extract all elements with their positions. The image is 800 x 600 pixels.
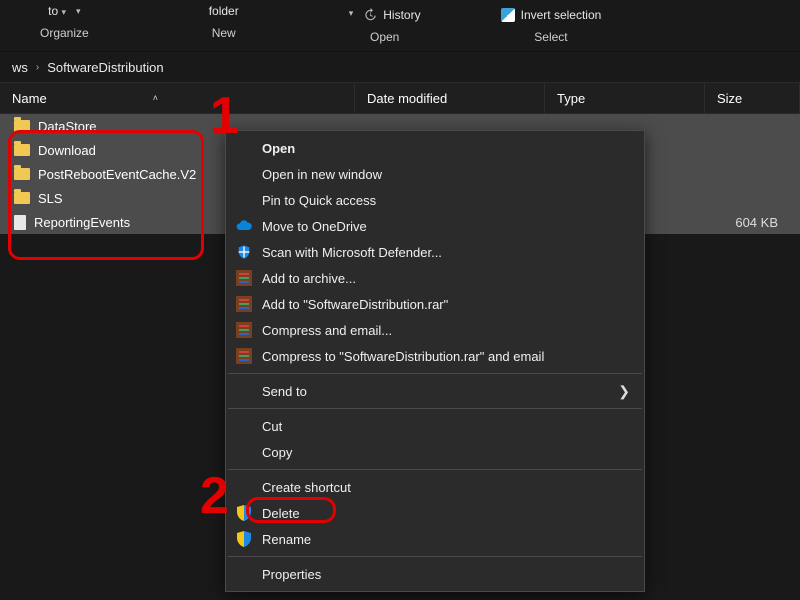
ribbon-dropdown-2[interactable]: ▾: [76, 6, 81, 17]
menu-send-to[interactable]: Send to ❯: [226, 378, 644, 404]
ribbon-group-open: ▾ History Open: [349, 0, 421, 44]
ribbon-group-label: Open: [370, 30, 399, 44]
column-header-type[interactable]: Type: [545, 83, 705, 113]
annotation-box-1: [8, 130, 204, 260]
breadcrumb-segment[interactable]: ws: [12, 60, 28, 75]
chevron-right-icon: ›: [36, 62, 39, 73]
menu-pin-quick-access[interactable]: Pin to Quick access: [226, 187, 644, 213]
menu-separator: [228, 408, 642, 409]
breadcrumb[interactable]: ws › SoftwareDistribution: [0, 52, 800, 82]
menu-separator: [228, 556, 642, 557]
invert-selection-button[interactable]: Invert selection: [501, 8, 602, 22]
breadcrumb-segment[interactable]: SoftwareDistribution: [47, 60, 163, 75]
ribbon-group-new: folder New: [209, 0, 239, 40]
annotation-box-2: [246, 497, 336, 523]
ribbon-folder-label[interactable]: folder: [209, 4, 239, 18]
menu-add-rar[interactable]: Add to "SoftwareDistribution.rar": [226, 291, 644, 317]
menu-open[interactable]: Open: [226, 135, 644, 161]
menu-cut[interactable]: Cut: [226, 413, 644, 439]
menu-move-onedrive[interactable]: Move to OneDrive: [226, 213, 644, 239]
ribbon-group-organize: to ▾ ▾ Organize: [40, 0, 89, 40]
menu-separator: [228, 373, 642, 374]
invert-selection-icon: [501, 8, 515, 22]
menu-scan-defender[interactable]: Scan with Microsoft Defender...: [226, 239, 644, 265]
winrar-icon: [236, 322, 252, 338]
menu-compress-rar-email[interactable]: Compress to "SoftwareDistribution.rar" a…: [226, 343, 644, 369]
winrar-icon: [236, 348, 252, 364]
history-button[interactable]: History: [363, 8, 420, 22]
menu-copy[interactable]: Copy: [226, 439, 644, 465]
chevron-right-icon: ❯: [618, 383, 630, 400]
menu-compress-email[interactable]: Compress and email...: [226, 317, 644, 343]
ribbon-group-label: New: [212, 26, 236, 40]
column-header-size[interactable]: Size: [705, 83, 800, 113]
winrar-icon: [236, 296, 252, 312]
onedrive-icon: [236, 218, 252, 234]
ribbon-to-dropdown[interactable]: to ▾: [48, 4, 66, 18]
sort-ascending-icon: ˄: [153, 93, 158, 103]
menu-open-new-window[interactable]: Open in new window: [226, 161, 644, 187]
menu-properties[interactable]: Properties: [226, 561, 644, 587]
ribbon-group-label: Select: [534, 30, 567, 44]
menu-add-archive[interactable]: Add to archive...: [226, 265, 644, 291]
ribbon-dropdown-3[interactable]: ▾: [349, 8, 354, 19]
column-header-date[interactable]: Date modified: [355, 83, 545, 113]
ribbon-group-label: Organize: [40, 26, 89, 40]
ribbon-group-select: Invert selection Select: [501, 0, 602, 44]
menu-rename[interactable]: Rename: [226, 526, 644, 552]
column-header-row: Name ˄ Date modified Type Size: [0, 82, 800, 114]
menu-separator: [228, 469, 642, 470]
uac-shield-icon: [236, 531, 252, 547]
defender-shield-icon: [236, 244, 252, 260]
ribbon-toolbar: to ▾ ▾ Organize folder New ▾ History Ope…: [0, 0, 800, 52]
column-header-name[interactable]: Name ˄: [0, 83, 355, 113]
winrar-icon: [236, 270, 252, 286]
